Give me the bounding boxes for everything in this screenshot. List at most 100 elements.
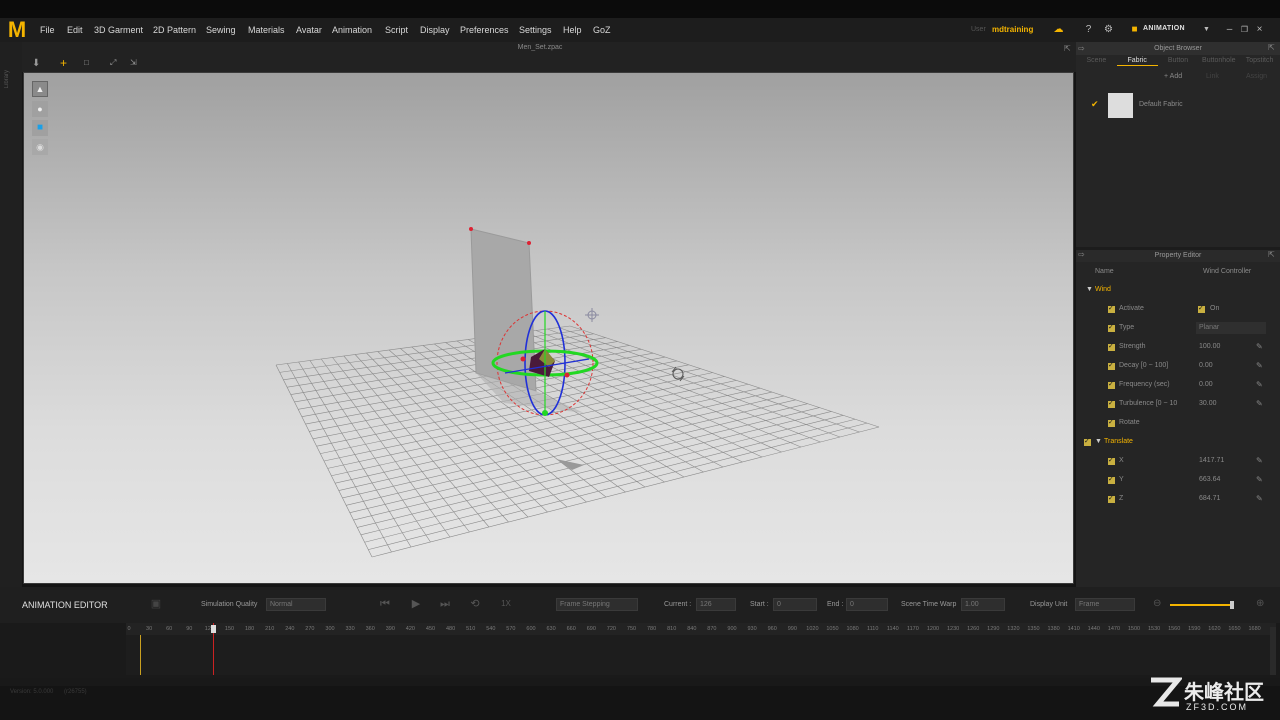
menu-preferences[interactable]: Preferences [460, 24, 509, 36]
property-value[interactable]: 100.00 [1199, 338, 1220, 356]
add-tool-icon[interactable]: + [60, 56, 67, 70]
start-marker[interactable] [140, 635, 141, 675]
sim-quality-select[interactable]: Normal [266, 598, 326, 611]
activate-checkbox[interactable] [1198, 300, 1205, 318]
select-tool-icon[interactable]: ⬇ [32, 58, 40, 69]
menu-file[interactable]: File [40, 24, 55, 36]
expand-icon[interactable]: ⇱ [1064, 44, 1071, 53]
end-field[interactable]: 0 [846, 598, 888, 611]
garment-display-icon[interactable]: ■ [32, 120, 48, 136]
property-checkbox[interactable] [1108, 452, 1115, 470]
property-checkbox[interactable] [1108, 376, 1115, 394]
playhead-handle[interactable] [211, 625, 217, 633]
speed-button[interactable]: 1X [498, 596, 514, 612]
box-tool-icon[interactable]: □ [84, 58, 89, 67]
chevron-down-icon[interactable]: ▼ [1200, 23, 1213, 36]
link-button[interactable]: Link [1206, 73, 1219, 80]
property-row[interactable]: Activate On [1076, 300, 1280, 318]
axis-value[interactable]: 684.71 [1199, 490, 1220, 508]
tab-topstitch[interactable]: Topstitch [1239, 55, 1280, 66]
axis-value[interactable]: 663.64 [1199, 471, 1220, 489]
record-camera-icon[interactable]: ▣ [148, 596, 164, 612]
close-icon[interactable]: × [1253, 23, 1266, 36]
popout-icon[interactable]: ⇱ [1268, 250, 1275, 259]
property-checkbox[interactable] [1108, 319, 1115, 337]
mode-selector[interactable]: ANIMATION [1143, 25, 1185, 32]
property-value[interactable]: 30.00 [1199, 395, 1217, 413]
type-select[interactable]: Planar [1196, 322, 1266, 334]
property-value[interactable]: 0.00 [1199, 376, 1213, 394]
property-checkbox[interactable] [1108, 490, 1115, 508]
tab-buttonhole[interactable]: Buttonhole [1198, 55, 1239, 66]
property-checkbox[interactable] [1108, 338, 1115, 356]
minimize-icon[interactable]: – [1223, 23, 1236, 36]
menu-2d-pattern[interactable]: 2D Pattern [153, 24, 196, 36]
edit-pencil-icon[interactable]: ✎ [1256, 395, 1263, 413]
property-checkbox[interactable] [1108, 395, 1115, 413]
timeline-scrollbar[interactable] [1270, 627, 1276, 675]
current-field[interactable]: 126 [696, 598, 736, 611]
edit-pencil-icon[interactable]: ✎ [1256, 452, 1263, 470]
timeline[interactable]: 0 30 60 90 120 150 180 210 240 270 300 330 360 390 420… [0, 623, 1280, 678]
menu-3d-garment[interactable]: 3D Garment [94, 24, 143, 36]
display-unit-select[interactable]: Frame [1075, 598, 1135, 611]
settings-icon[interactable]: ⚙ [1102, 23, 1115, 36]
edit-pencil-icon[interactable]: ✎ [1256, 357, 1263, 375]
translate-row[interactable]: Y 663.64 ✎ [1076, 471, 1280, 489]
zoom-slider[interactable] [1170, 604, 1234, 606]
collapse-triangle-icon[interactable]: ▼ [1095, 433, 1102, 451]
skip-end-icon[interactable]: ⏭ [437, 596, 453, 612]
translate-section-row[interactable]: ▼Translate [1076, 433, 1280, 451]
translate-row[interactable]: X 1417.71 ✎ [1076, 452, 1280, 470]
popout-icon[interactable]: ⇱ [1268, 43, 1275, 52]
user-name[interactable]: mdtraining [992, 25, 1033, 34]
wind-section-row[interactable]: ▼ Wind [1076, 281, 1280, 299]
zoom-slider-handle[interactable] [1230, 601, 1234, 609]
property-checkbox[interactable] [1108, 357, 1115, 375]
property-row[interactable]: Turbulence [0 ~ 10 30.00 ✎ [1076, 395, 1280, 413]
time-warp-field[interactable]: 1.00 [961, 598, 1005, 611]
texture-display-icon[interactable]: ◉ [32, 139, 48, 155]
property-row[interactable]: Decay [0 ~ 100] 0.00 ✎ [1076, 357, 1280, 375]
move-tool-icon[interactable]: ⇲ [130, 58, 137, 67]
fabric-list-item[interactable]: ✔ Default Fabric [1076, 90, 1280, 120]
3d-viewport[interactable]: ▲ ● ■ ◉ [23, 72, 1074, 584]
scene-canvas[interactable] [24, 73, 1074, 584]
menu-materials[interactable]: Materials [248, 24, 285, 36]
timeline-ruler[interactable]: 0 30 60 90 120 150 180 210 240 270 300 330 360 390 420… [126, 623, 1276, 635]
scale-tool-icon[interactable]: ⤢ [110, 58, 116, 68]
edit-pencil-icon[interactable]: ✎ [1256, 376, 1263, 394]
menu-edit[interactable]: Edit [67, 24, 83, 36]
help-icon[interactable]: ? [1082, 23, 1095, 36]
avatar-display-icon[interactable]: ● [32, 101, 48, 117]
cloud-icon[interactable]: ☁ [1052, 23, 1065, 36]
collapse-triangle-icon[interactable]: ▼ [1086, 281, 1093, 299]
view-mode-icon[interactable]: ▲ [32, 81, 48, 97]
pin-icon[interactable]: ⇨ [1078, 44, 1085, 53]
pin-icon[interactable]: ⇨ [1078, 250, 1085, 259]
menu-goz[interactable]: GoZ [593, 24, 611, 36]
menu-animation[interactable]: Animation [332, 24, 372, 36]
property-checkbox[interactable] [1108, 471, 1115, 489]
edit-pencil-icon[interactable]: ✎ [1256, 338, 1263, 356]
zoom-out-icon[interactable]: ⊖ [1153, 598, 1161, 609]
translate-checkbox[interactable] [1084, 433, 1091, 451]
library-strip[interactable]: Library [0, 42, 22, 587]
property-row[interactable]: Strength 100.00 ✎ [1076, 338, 1280, 356]
tab-fabric[interactable]: Fabric [1116, 55, 1158, 66]
maximize-icon[interactable]: ❐ [1238, 23, 1251, 36]
skip-start-icon[interactable]: ⏮ [377, 596, 393, 612]
loop-icon[interactable]: ⟲ [467, 596, 483, 612]
property-row[interactable]: Frequency (sec) 0.00 ✎ [1076, 376, 1280, 394]
edit-pencil-icon[interactable]: ✎ [1256, 490, 1263, 508]
zoom-in-icon[interactable]: ⊕ [1256, 598, 1264, 609]
tab-button[interactable]: Button [1158, 55, 1199, 66]
start-field[interactable]: 0 [773, 598, 817, 611]
menu-avatar[interactable]: Avatar [296, 24, 322, 36]
add-button[interactable]: + Add [1164, 73, 1182, 80]
menu-script[interactable]: Script [385, 24, 408, 36]
property-row[interactable]: Rotate [1076, 414, 1280, 432]
play-icon[interactable]: ▶ [408, 596, 424, 612]
edit-pencil-icon[interactable]: ✎ [1256, 471, 1263, 489]
menu-display[interactable]: Display [420, 24, 450, 36]
